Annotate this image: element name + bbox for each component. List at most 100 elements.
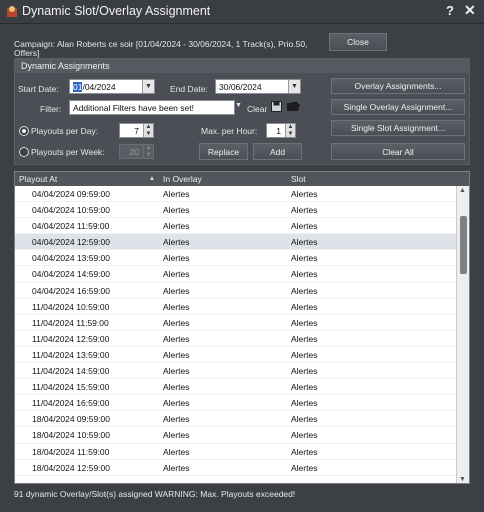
single-slot-assignment-button[interactable]: Single Slot Assignment... bbox=[331, 120, 465, 136]
cell-slot: Alertes bbox=[291, 253, 318, 264]
start-date-field[interactable]: 01/04/2024 ▼ bbox=[69, 79, 155, 94]
cell-in-overlay: Alertes bbox=[163, 366, 190, 377]
cell-playout-at: 04/04/2024 10:59:00 bbox=[32, 205, 110, 216]
playouts-per-week-value: 20 bbox=[129, 146, 139, 157]
cell-playout-at: 18/04/2024 12:59:00 bbox=[32, 462, 110, 473]
playouts-table: Playout At ▲ In Overlay Slot 04/04/2024 … bbox=[14, 171, 470, 484]
cell-slot: Alertes bbox=[291, 382, 318, 393]
close-window-icon[interactable]: ✕ bbox=[464, 2, 476, 19]
cell-playout-at: 18/04/2024 09:59:00 bbox=[32, 414, 110, 425]
start-date-rest: /04/2024 bbox=[82, 81, 116, 92]
end-date-value: 30/06/2024 bbox=[219, 81, 262, 92]
add-button[interactable]: Add bbox=[253, 143, 302, 160]
max-per-hour-stepper[interactable]: 1 ▲ ▼ bbox=[266, 123, 296, 138]
start-date-label: Start Date: bbox=[18, 84, 59, 94]
window-title: Dynamic Slot/Overlay Assignment bbox=[22, 4, 211, 18]
scroll-down-icon[interactable]: ▼ bbox=[459, 476, 466, 483]
cell-slot: Alertes bbox=[291, 349, 318, 360]
table-row[interactable]: 11/04/2024 11:59:00 Alertes Alertes bbox=[15, 315, 457, 331]
cell-playout-at: 18/04/2024 10:59:00 bbox=[32, 430, 110, 441]
cell-in-overlay: Alertes bbox=[163, 205, 190, 216]
cell-in-overlay: Alertes bbox=[163, 414, 190, 425]
vertical-scrollbar[interactable]: ▲ ▼ bbox=[456, 186, 469, 483]
table-row[interactable]: 04/04/2024 13:59:00 Alertes Alertes bbox=[15, 250, 457, 267]
table-row[interactable]: 04/04/2024 10:59:00 Alertes Alertes bbox=[15, 202, 457, 219]
table-row[interactable]: 11/04/2024 16:59:00 Alertes Alertes bbox=[15, 395, 457, 412]
table-row[interactable]: 11/04/2024 12:59:00 Alertes Alertes bbox=[15, 331, 457, 347]
panel-header: Dynamic Assignments bbox=[15, 59, 469, 73]
table-row[interactable]: 11/04/2024 13:59:00 Alertes Alertes bbox=[15, 347, 457, 364]
cell-playout-at: 11/04/2024 14:59:00 bbox=[32, 366, 110, 377]
single-overlay-assignment-button[interactable]: Single Overlay Assignment... bbox=[331, 99, 465, 115]
table-row[interactable]: 11/04/2024 15:59:00 Alertes Alertes bbox=[15, 379, 457, 396]
cell-in-overlay: Alertes bbox=[163, 285, 190, 296]
table-body: 04/04/2024 09:59:00 Alertes Alertes 04/04/2… bbox=[15, 186, 457, 476]
campaign-info: Campaign: Alan Roberts ce soir [01/04/20… bbox=[14, 40, 308, 58]
help-icon[interactable]: ? bbox=[446, 3, 454, 18]
per-day-spin-icon[interactable]: ▲ ▼ bbox=[143, 124, 153, 137]
playouts-per-week-stepper: 20 ▲ ▼ bbox=[119, 144, 154, 159]
close-button[interactable]: Close bbox=[329, 33, 387, 51]
table-row[interactable]: 18/04/2024 09:59:00 Alertes Alertes bbox=[15, 411, 457, 428]
cell-playout-at: 11/04/2024 15:59:00 bbox=[32, 382, 110, 393]
column-slot[interactable]: Slot bbox=[291, 172, 306, 186]
filter-dropdown-icon[interactable]: ▼ bbox=[235, 102, 242, 109]
table-row[interactable]: 18/04/2024 12:59:00 Alertes Alertes bbox=[15, 460, 457, 476]
max-per-hour-spin-icon[interactable]: ▲ ▼ bbox=[285, 124, 295, 137]
cell-in-overlay: Alertes bbox=[163, 349, 190, 360]
open-folder-icon[interactable] bbox=[287, 101, 300, 112]
save-filter-icon[interactable] bbox=[271, 101, 282, 112]
cell-playout-at: 11/04/2024 13:59:00 bbox=[32, 349, 110, 360]
cell-slot: Alertes bbox=[291, 269, 318, 280]
end-date-dropdown-icon[interactable]: ▼ bbox=[288, 80, 300, 93]
cell-slot: Alertes bbox=[291, 398, 318, 409]
cell-slot: Alertes bbox=[291, 462, 318, 473]
table-row[interactable]: 04/04/2024 12:59:00 Alertes Alertes bbox=[15, 234, 457, 251]
cell-slot: Alertes bbox=[291, 285, 318, 296]
max-per-hour-value: 1 bbox=[276, 125, 281, 136]
start-date-dropdown-icon[interactable]: ▼ bbox=[142, 80, 154, 93]
column-playout-at[interactable]: Playout At bbox=[19, 172, 57, 186]
playouts-per-week-radio[interactable] bbox=[19, 147, 29, 157]
scroll-thumb[interactable] bbox=[460, 216, 467, 274]
cell-slot: Alertes bbox=[291, 301, 318, 312]
end-date-field[interactable]: 30/06/2024 ▼ bbox=[215, 79, 301, 94]
table-row[interactable]: 04/04/2024 11:59:00 Alertes Alertes bbox=[15, 218, 457, 235]
cell-playout-at: 04/04/2024 09:59:00 bbox=[32, 189, 110, 199]
cell-playout-at: 18/04/2024 11:59:00 bbox=[32, 446, 110, 457]
sort-ascending-icon: ▲ bbox=[149, 176, 155, 182]
cell-slot: Alertes bbox=[291, 366, 318, 377]
cell-in-overlay: Alertes bbox=[163, 189, 190, 199]
filter-field[interactable]: Additional Filters have been set! bbox=[69, 100, 235, 115]
clear-all-button[interactable]: Clear All bbox=[331, 143, 465, 160]
overlay-assignments-button[interactable]: Overlay Assignments... bbox=[331, 78, 465, 94]
playouts-per-day-radio[interactable] bbox=[19, 126, 29, 136]
table-row[interactable]: 18/04/2024 10:59:00 Alertes Alertes bbox=[15, 427, 457, 444]
cell-slot: Alertes bbox=[291, 189, 318, 199]
cell-in-overlay: Alertes bbox=[163, 269, 190, 280]
column-in-overlay[interactable]: In Overlay bbox=[163, 172, 202, 186]
table-row[interactable]: 18/04/2024 11:59:00 Alertes Alertes bbox=[15, 444, 457, 460]
end-date-label: End Date: bbox=[170, 84, 208, 94]
table-row[interactable]: 04/04/2024 14:59:00 Alertes Alertes bbox=[15, 266, 457, 283]
table-row[interactable]: 11/04/2024 10:59:00 Alertes Alertes bbox=[15, 299, 457, 315]
filter-clear-link[interactable]: Clear bbox=[247, 104, 267, 114]
scroll-up-icon[interactable]: ▲ bbox=[459, 187, 466, 194]
dynamic-assignments-panel: Dynamic Assignments Start Date: 01/04/20… bbox=[14, 58, 470, 165]
table-row[interactable]: 11/04/2024 14:59:00 Alertes Alertes bbox=[15, 363, 457, 380]
table-row[interactable]: 04/04/2024 16:59:00 Alertes Alertes bbox=[15, 283, 457, 299]
cell-slot: Alertes bbox=[291, 205, 318, 216]
cell-in-overlay: Alertes bbox=[163, 446, 190, 457]
filter-label: Filter: bbox=[40, 104, 62, 114]
cell-slot: Alertes bbox=[291, 237, 318, 248]
cell-playout-at: 11/04/2024 16:59:00 bbox=[32, 398, 110, 409]
cell-in-overlay: Alertes bbox=[163, 317, 190, 328]
playouts-per-day-stepper[interactable]: 7 ▲ ▼ bbox=[119, 123, 154, 138]
cell-playout-at: 04/04/2024 11:59:00 bbox=[32, 221, 110, 232]
replace-button[interactable]: Replace bbox=[199, 143, 248, 160]
table-row[interactable]: 04/04/2024 09:59:00 Alertes Alertes bbox=[15, 186, 457, 203]
cell-playout-at: 04/04/2024 13:59:00 bbox=[32, 253, 110, 264]
cell-slot: Alertes bbox=[291, 333, 318, 344]
cell-playout-at: 04/04/2024 12:59:00 bbox=[32, 237, 110, 248]
playouts-per-day-label: Playouts per Day: bbox=[31, 126, 99, 136]
